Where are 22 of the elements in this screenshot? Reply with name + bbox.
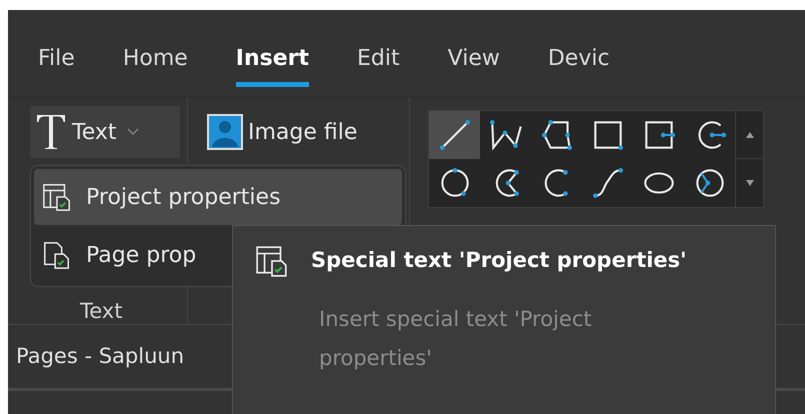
menu-tab[interactable]: Home [122, 44, 188, 87]
text-dropdown-button[interactable]: Text [30, 106, 180, 158]
page-document-icon [42, 240, 72, 270]
panel-title: Pages - Sapluun [16, 342, 184, 370]
image-file-button[interactable]: Image file [206, 106, 358, 158]
menu-tab[interactable]: Edit [357, 44, 400, 87]
image-person-icon [206, 113, 244, 151]
menu-tab[interactable]: Devic [548, 44, 610, 87]
triangle-down-icon [746, 180, 754, 186]
menu-tab[interactable]: File [38, 44, 75, 87]
shape-button[interactable] [429, 111, 480, 159]
table-document-icon [42, 182, 72, 212]
group-label: Text [79, 298, 124, 324]
menu-tab[interactable]: Insert [236, 44, 310, 87]
chevron-down-icon [126, 128, 138, 136]
tooltip-title: Special text 'Project properties' [311, 247, 687, 274]
text-tool-icon [36, 114, 66, 150]
table-document-icon [255, 244, 289, 278]
menu-tab[interactable]: View [448, 44, 500, 87]
menu-item[interactable]: Project properties [34, 169, 402, 225]
tooltip-description: Insert special text 'Project properties' [319, 306, 593, 372]
triangle-up-icon [746, 132, 754, 138]
